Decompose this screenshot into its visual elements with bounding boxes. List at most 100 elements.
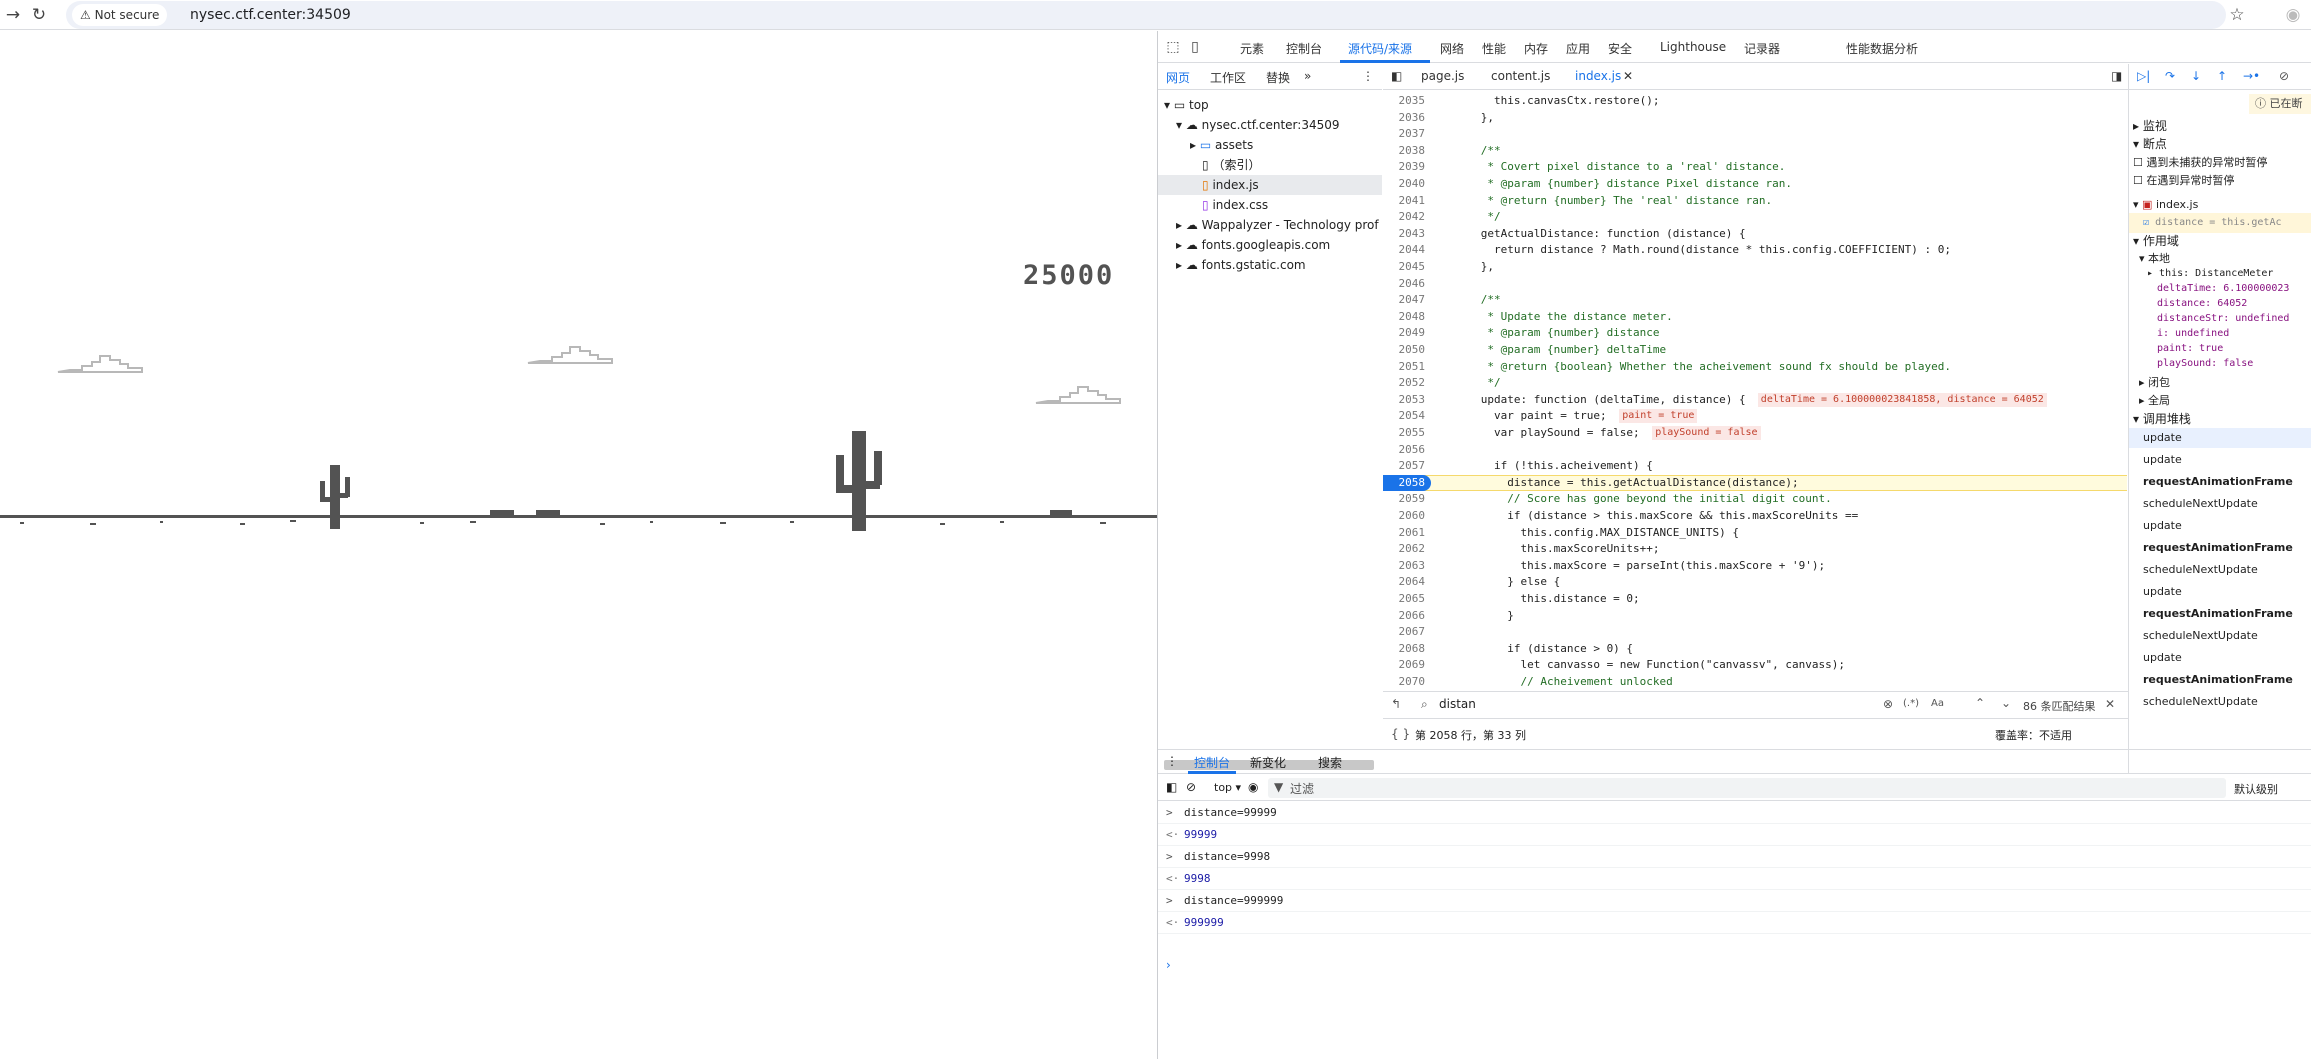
more-tabs-icon[interactable]: » — [1304, 69, 1311, 83]
line-number[interactable]: 2061 — [1383, 525, 1431, 541]
line-number[interactable]: 2050 — [1383, 342, 1431, 358]
line-number[interactable]: 2067 — [1383, 624, 1431, 640]
call-stack-frame[interactable]: requestAnimationFrame — [2129, 472, 2311, 492]
tab-memory[interactable]: 内存 — [1524, 40, 1548, 57]
line-number[interactable]: 2041 — [1383, 193, 1431, 209]
tab-security[interactable]: 安全 — [1608, 40, 1632, 57]
line-number[interactable]: 2049 — [1383, 325, 1431, 341]
tab-recorder[interactable]: 记录器 — [1744, 40, 1780, 57]
line-number[interactable]: 2056 — [1383, 442, 1431, 458]
step-into-icon[interactable]: ↓ — [2191, 69, 2201, 83]
tab-application[interactable]: 应用 — [1566, 40, 1590, 57]
regex-toggle[interactable]: (.*) — [1903, 698, 1919, 709]
code-line[interactable]: let canvasso = new Function("canvassv", … — [1441, 657, 1845, 673]
line-number[interactable]: 2055 — [1383, 425, 1431, 441]
tab-elements[interactable]: 元素 — [1240, 40, 1264, 57]
next-match-icon[interactable]: ⌄ — [2001, 696, 2011, 710]
call-stack-frame[interactable]: requestAnimationFrame — [2129, 670, 2311, 690]
code-line[interactable]: // Acheivement unlocked — [1441, 674, 1672, 690]
pause-caught-checkbox[interactable]: ☐ 在遇到异常时暂停 — [2133, 171, 2311, 191]
code-line[interactable]: * @return {boolean} Whether the acheivem… — [1441, 359, 1951, 375]
dino-game-canvas[interactable]: 25000 — [0, 31, 1157, 1059]
code-line[interactable]: if (distance > this.maxScore && this.max… — [1441, 508, 1858, 524]
tab-overrides[interactable]: 替换 — [1266, 69, 1290, 86]
resume-icon[interactable]: ▷| — [2137, 69, 2150, 83]
call-stack-frame[interactable]: update — [2129, 648, 2311, 668]
search-input[interactable]: distan — [1439, 697, 1476, 711]
code-line[interactable]: /** — [1441, 143, 1501, 159]
code-line[interactable]: getActualDistance: function (distance) { — [1441, 226, 1746, 242]
line-number[interactable]: 2058 — [1383, 474, 1431, 491]
call-stack-frame[interactable]: update — [2129, 428, 2311, 448]
code-line[interactable]: distance = this.getActualDistance(distan… — [1441, 475, 1798, 491]
code-line[interactable]: var paint = true; — [1441, 408, 1607, 424]
reload-icon[interactable]: ↻ — [26, 2, 52, 28]
code-line[interactable]: */ — [1441, 209, 1500, 225]
tree-item-wappalyzer[interactable]: ▸ ☁ Wappalyzer - Technology prof — [1176, 215, 1379, 235]
code-line[interactable]: } — [1441, 608, 1514, 624]
line-number[interactable]: 2069 — [1383, 657, 1431, 673]
call-stack-frame[interactable]: scheduleNextUpdate — [2129, 494, 2311, 514]
code-line[interactable]: * @param {number} distance — [1441, 325, 1659, 341]
code-line[interactable]: this.maxScore = parseInt(this.maxScore +… — [1441, 558, 1825, 574]
file-tab-page-js[interactable]: page.js — [1421, 69, 1464, 83]
code-line[interactable]: }, — [1441, 110, 1494, 126]
line-number[interactable]: 2036 — [1383, 110, 1431, 126]
tab-console[interactable]: 控制台 — [1286, 40, 1322, 57]
code-line[interactable]: update: function (deltaTime, distance) { — [1441, 392, 1746, 408]
tab-performance-insights[interactable]: 性能数据分析 — [1846, 40, 1918, 57]
profile-icon[interactable]: ◉ — [2280, 2, 2306, 28]
console-prompt[interactable]: › — [1166, 958, 1171, 972]
checkbox-checked-icon[interactable]: ☑ — [2143, 217, 2149, 228]
call-stack-frame[interactable]: scheduleNextUpdate — [2129, 692, 2311, 712]
context-select[interactable]: top ▾ — [1214, 781, 1241, 794]
call-stack-frame[interactable]: update — [2129, 450, 2311, 470]
breakpoint-file[interactable]: ▾ ▣ index.js — [2133, 195, 2311, 215]
tree-item-index-js[interactable]: ▯ index.js — [1158, 175, 1382, 195]
line-number[interactable]: 2060 — [1383, 508, 1431, 524]
code-line[interactable]: } else { — [1441, 574, 1560, 590]
code-line[interactable]: * @return {number} The 'real' distance r… — [1441, 193, 1772, 209]
code-line[interactable]: /** — [1441, 292, 1501, 308]
code-line[interactable]: this.config.MAX_DISTANCE_UNITS) { — [1441, 525, 1739, 541]
console-filter-input[interactable]: ▼ 过滤 — [1268, 778, 2226, 798]
drawer-tab-console[interactable]: 控制台 — [1194, 754, 1230, 771]
code-line[interactable]: this.canvasCtx.restore(); — [1441, 93, 1660, 109]
line-number[interactable]: 2062 — [1383, 541, 1431, 557]
close-tab-icon[interactable]: ✕ — [1623, 69, 1633, 83]
code-line[interactable]: if (distance > 0) { — [1441, 641, 1633, 657]
scope-global[interactable]: ▸ 全局 — [2139, 391, 2311, 411]
step-icon[interactable]: →• — [2243, 69, 2260, 83]
scope-var[interactable]: playSound: false — [2157, 354, 2311, 374]
line-number[interactable]: 2059 — [1383, 491, 1431, 507]
more-options-icon[interactable]: ⋮ — [1362, 69, 1374, 83]
step-over-icon[interactable]: ↷ — [2165, 69, 2175, 83]
clear-console-icon[interactable]: ⊘ — [1186, 780, 1196, 794]
line-number[interactable]: 2065 — [1383, 591, 1431, 607]
code-line[interactable]: * @param {number} deltaTime — [1441, 342, 1666, 358]
code-line[interactable]: * Update the distance meter. — [1441, 309, 1672, 325]
call-stack-frame[interactable]: update — [2129, 582, 2311, 602]
line-number[interactable]: 2042 — [1383, 209, 1431, 225]
search-scope-icon[interactable]: ↰ — [1391, 697, 1401, 711]
tree-item-gstatic[interactable]: ▸ ☁ fonts.gstatic.com — [1176, 255, 1306, 275]
line-number[interactable]: 2048 — [1383, 309, 1431, 325]
line-number[interactable]: 2064 — [1383, 574, 1431, 590]
tab-lighthouse[interactable]: Lighthouse — [1660, 40, 1726, 54]
line-number[interactable]: 2047 — [1383, 292, 1431, 308]
tree-item-origin[interactable]: ▾ ☁ nysec.ctf.center:34509 — [1176, 115, 1340, 135]
inspect-element-icon[interactable]: ⬚ — [1164, 39, 1182, 55]
tab-page[interactable]: 网页 — [1166, 69, 1190, 86]
code-line[interactable]: * @param {number} distance Pixel distanc… — [1441, 176, 1792, 192]
line-number[interactable]: 2053 — [1383, 392, 1431, 408]
address-bar[interactable]: ⚠ Not secure nysec.ctf.center:34509 — [66, 1, 2226, 29]
toggle-debugger-icon[interactable]: ◨ — [2111, 69, 2122, 83]
tree-item-googleapis[interactable]: ▸ ☁ fonts.googleapis.com — [1176, 235, 1330, 255]
line-number[interactable]: 2070 — [1383, 674, 1431, 690]
line-number[interactable]: 2052 — [1383, 375, 1431, 391]
log-level-select[interactable]: 默认级别 — [2234, 781, 2278, 797]
pretty-print-icon[interactable]: { } — [1391, 727, 1410, 741]
section-watch[interactable]: ▸ 监视 — [2133, 116, 2311, 136]
code-line[interactable]: return distance ? Math.round(distance * … — [1441, 242, 1951, 258]
call-stack-frame[interactable]: requestAnimationFrame — [2129, 604, 2311, 624]
